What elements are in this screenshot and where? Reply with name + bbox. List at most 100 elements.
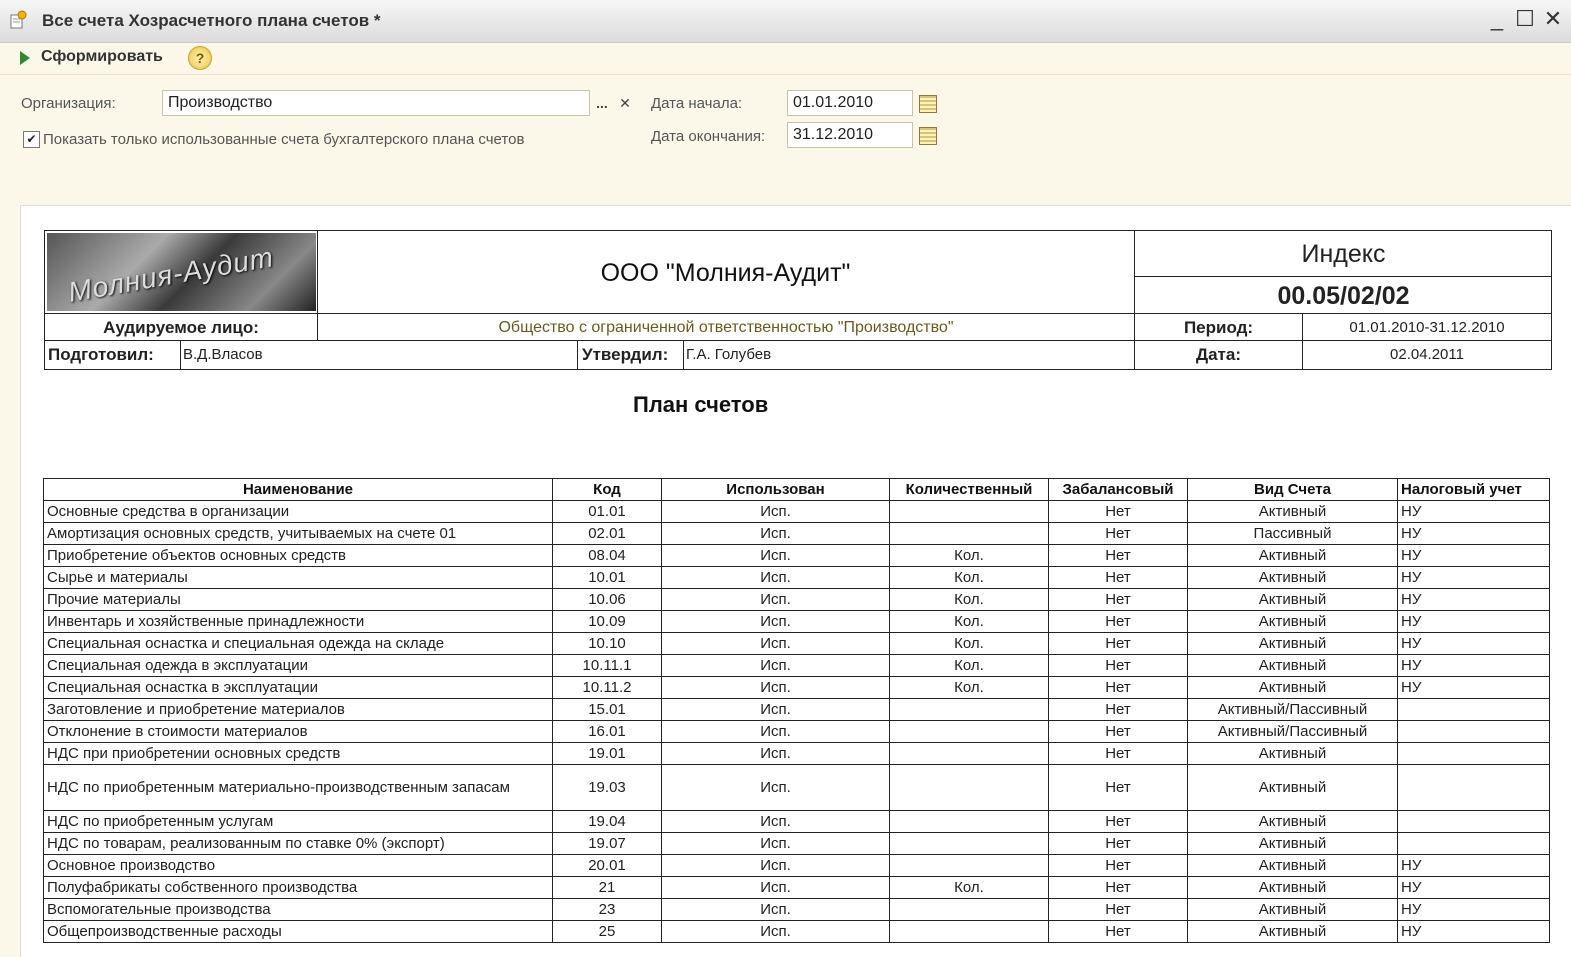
table-cell: 19.01 (552, 742, 662, 765)
table-row: Амортизация основных средств, учитываемы… (43, 522, 1550, 545)
only-used-label: Показать только использованные счета бух… (43, 131, 525, 148)
column-header: Вид Счета (1187, 478, 1398, 501)
table-cell: 20.01 (552, 854, 662, 877)
company-name: ООО "Молния-Аудит" (317, 231, 1133, 313)
table-cell: Сырье и материалы (43, 566, 553, 589)
table-row: Специальная оснастка в эксплуатации 10.11… (43, 676, 1550, 699)
table-row: Вспомогательные производства 23 Исп. Нет Акт… (43, 898, 1550, 921)
table-cell: Полуфабрикаты собственного производства (43, 876, 553, 899)
date-value: 02.04.2011 (1302, 341, 1551, 369)
maximize-button[interactable]: ☐ (1511, 6, 1539, 32)
date-end-field[interactable]: 31.12.2010 (787, 122, 913, 148)
table-cell: Исп. (661, 588, 890, 611)
table-cell: НУ (1397, 588, 1550, 611)
play-icon (20, 51, 30, 65)
table-cell: Исп. (661, 832, 890, 855)
table-cell: Кол. (889, 632, 1049, 655)
table-cell: Активный (1187, 764, 1398, 811)
table-cell: НДС при приобретении основных средств (43, 742, 553, 765)
table-cell: Исп. (661, 764, 890, 811)
date-label: Дата: (1134, 341, 1302, 369)
table-cell: 25 (552, 920, 662, 943)
calendar-icon[interactable] (919, 127, 937, 145)
audited-label: Аудируемое лицо: (103, 318, 259, 337)
index-label: Индекс (1135, 231, 1552, 277)
table-cell: 10.06 (552, 588, 662, 611)
only-used-checkbox[interactable]: ✔ (23, 131, 40, 148)
table-cell: Исп. (661, 632, 890, 655)
table-cell (889, 764, 1049, 811)
table-cell: Прочие материалы (43, 588, 553, 611)
table-cell (889, 854, 1049, 877)
table-cell: Активный/Пассивный (1187, 720, 1398, 743)
table-cell: Нет (1048, 632, 1188, 655)
table-cell: Нет (1048, 854, 1188, 877)
table-cell: Специальная оснастка в эксплуатации (43, 676, 553, 699)
period-label: Период: (1134, 314, 1302, 341)
table-cell: Нет (1048, 566, 1188, 589)
date-start-field[interactable]: 01.01.2010 (787, 90, 913, 116)
table-cell: Кол. (889, 544, 1049, 567)
help-button[interactable]: ? (188, 46, 212, 70)
table-cell: Исп. (661, 566, 890, 589)
table-cell: Кол. (889, 654, 1049, 677)
table-cell: Нет (1048, 522, 1188, 545)
column-header: Забалансовый (1048, 478, 1188, 501)
table-cell: Активный (1187, 854, 1398, 877)
table-cell: НУ (1397, 632, 1550, 655)
table-row: Специальная оснастка и специальная одежд… (43, 632, 1550, 655)
table-cell (889, 920, 1049, 943)
table-cell: Активный (1187, 566, 1398, 589)
org-select-button[interactable]: ... (591, 91, 613, 115)
table-cell: НДС по товарам, реализованным по ставке … (43, 832, 553, 855)
org-label: Организация: (21, 95, 116, 112)
table-cell: НУ (1397, 854, 1550, 877)
table-cell (1397, 764, 1550, 811)
close-button[interactable]: ✕ (1539, 6, 1567, 32)
table-cell: Исп. (661, 676, 890, 699)
table-row: Инвентарь и хозяйственные принадлежности… (43, 610, 1550, 633)
table-cell: Нет (1048, 876, 1188, 899)
table-cell: Нет (1048, 898, 1188, 921)
calendar-icon[interactable] (919, 95, 937, 113)
table-cell: Кол. (889, 566, 1049, 589)
table-cell: Исп. (661, 610, 890, 633)
table-cell: 16.01 (552, 720, 662, 743)
table-cell (1397, 698, 1550, 721)
table-cell: Нет (1048, 654, 1188, 677)
table-cell: Исп. (661, 500, 890, 523)
date-end-label: Дата окончания: (651, 128, 766, 145)
table-row: Специальная одежда в эксплуатации 10.11.1… (43, 654, 1550, 677)
table-cell: Активный (1187, 920, 1398, 943)
table-cell: Заготовление и приобретение материалов (43, 698, 553, 721)
table-row: Основное производство 20.01 Исп. Нет Активны… (43, 854, 1550, 877)
table-cell: 19.03 (552, 764, 662, 811)
table-cell (1397, 720, 1550, 743)
table-cell: 10.01 (552, 566, 662, 589)
table-cell: Нет (1048, 720, 1188, 743)
table-cell: Исп. (661, 854, 890, 877)
generate-label: Сформировать (41, 48, 163, 65)
index-box: Индекс 00.05/02/02 (1134, 231, 1552, 313)
table-cell: Отклонение в стоимости материалов (43, 720, 553, 743)
table-cell: Активный (1187, 588, 1398, 611)
table-cell: Исп. (661, 654, 890, 677)
org-field[interactable]: Производство (162, 90, 590, 116)
audited-row: Аудируемое лицо: Общество с ограниченной… (45, 313, 1551, 341)
approved-value: Г.А. Голубев (683, 341, 1134, 369)
column-header: Код (552, 478, 662, 501)
audited-value: Общество с ограниченной ответственностью… (317, 314, 1134, 341)
table-cell: 10.10 (552, 632, 662, 655)
table-cell (889, 832, 1049, 855)
table-cell: Специальная оснастка и специальная одежд… (43, 632, 553, 655)
org-clear-button[interactable]: ✕ (614, 91, 636, 115)
table-row: Прочие материалы 10.06 Исп. Кол. Нет Активный… (43, 588, 1550, 611)
period-value: 01.01.2010-31.12.2010 (1302, 314, 1551, 341)
table-cell (1397, 810, 1550, 833)
table-cell: Исп. (661, 522, 890, 545)
table-cell: Активный (1187, 876, 1398, 899)
table-row: НДС по приобретенным услугам 19.04 Исп. Нет… (43, 810, 1550, 833)
table-cell: Нет (1048, 544, 1188, 567)
minimize-button[interactable]: _ (1483, 6, 1511, 32)
column-header: Количественный (889, 478, 1049, 501)
